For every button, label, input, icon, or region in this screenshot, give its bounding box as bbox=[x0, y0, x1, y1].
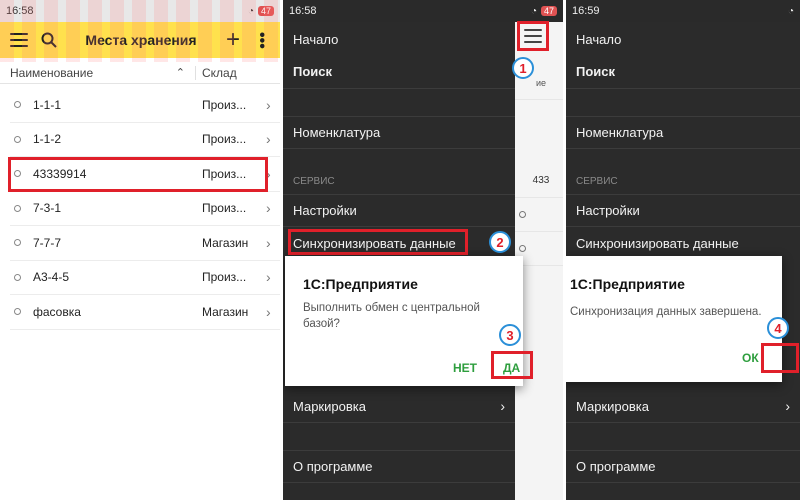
menu-item-start[interactable]: Начало bbox=[576, 26, 800, 52]
wifi-icon: ◔ bbox=[787, 5, 794, 17]
chevron-right-icon: › bbox=[266, 269, 271, 286]
item-name: фасовка bbox=[33, 304, 81, 319]
dialog-title: 1С:Предприятие bbox=[303, 276, 418, 292]
item-name: 43339914 bbox=[33, 166, 87, 181]
item-warehouse: Произ... bbox=[202, 201, 247, 216]
menu-sync-confirm-screen: 16:58 ◔ 47 Начало Поиск Номенклатура СЕР… bbox=[283, 0, 563, 500]
item-warehouse: Произ... bbox=[202, 166, 247, 181]
search-icon[interactable] bbox=[38, 29, 60, 51]
menu-item-sync[interactable]: Синхронизировать данные bbox=[576, 230, 800, 256]
yes-button[interactable]: ДА bbox=[503, 361, 520, 375]
status-bar: 16:59 ◔ bbox=[566, 0, 800, 22]
storage-locations-screen: 16:58 ◔ 47 Места хранения + ••• Наименов… bbox=[0, 0, 280, 500]
menu-item-about[interactable]: О программе bbox=[293, 453, 515, 479]
menu-item-nomenclature[interactable]: Номенклатура bbox=[293, 119, 515, 145]
chevron-right-icon: › bbox=[266, 303, 271, 320]
radio-dot-icon bbox=[14, 170, 21, 178]
hamburger-menu-icon[interactable] bbox=[524, 29, 542, 43]
item-warehouse: Магазин bbox=[202, 235, 249, 250]
chevron-right-icon: › bbox=[266, 131, 271, 148]
menu-item-settings[interactable]: Настройки bbox=[293, 197, 515, 223]
item-warehouse: Произ... bbox=[202, 97, 247, 112]
column-warehouse-header[interactable]: Склад bbox=[195, 65, 237, 80]
dialog-title: 1С:Предприятие bbox=[570, 276, 685, 292]
step-badge-4: 4 bbox=[767, 317, 789, 339]
menu-item-about[interactable]: О программе bbox=[576, 453, 800, 479]
item-name: А3-4-5 bbox=[33, 270, 70, 285]
menu-item-settings[interactable]: Настройки bbox=[576, 197, 800, 223]
item-warehouse: Произ... bbox=[202, 132, 247, 147]
battery-icon: 47 bbox=[257, 6, 274, 16]
menu-item-sync[interactable]: Синхронизировать данные bbox=[293, 230, 515, 256]
status-time: 16:58 bbox=[6, 5, 34, 17]
menu-item-marking[interactable]: Маркировка › bbox=[576, 393, 800, 419]
step-badge-3: 3 bbox=[499, 324, 521, 346]
list-item[interactable]: фасовка Магазин › bbox=[10, 295, 280, 330]
hamburger-menu-icon[interactable] bbox=[8, 29, 30, 51]
radio-dot-icon bbox=[14, 273, 21, 281]
list-item[interactable]: 1-1-2 Произ... › bbox=[10, 123, 280, 157]
page-title: Места хранения bbox=[85, 32, 197, 48]
list-item[interactable]: 1-1-1 Произ... › bbox=[10, 88, 280, 123]
more-vert-icon[interactable]: ••• bbox=[250, 29, 272, 51]
storage-list: 1-1-1 Произ... › 1-1-2 Произ... › 43339914 Прои… bbox=[0, 88, 280, 330]
item-warehouse: Магазин bbox=[202, 304, 249, 319]
radio-dot-icon bbox=[14, 308, 21, 316]
app-bar: Места хранения + ••• bbox=[0, 22, 280, 58]
ok-button[interactable]: ОК bbox=[742, 351, 759, 365]
step-badge-1: 1 bbox=[512, 57, 534, 79]
battery-icon: 47 bbox=[540, 6, 557, 16]
chevron-right-icon: › bbox=[266, 165, 271, 182]
status-bar: 16:58 ◔ 47 bbox=[0, 0, 280, 22]
item-warehouse: Произ... bbox=[202, 270, 247, 285]
list-item[interactable]: А3-4-5 Произ... › bbox=[10, 261, 280, 295]
radio-dot-icon bbox=[14, 239, 21, 247]
list-item[interactable]: 7-7-7 Магазин › bbox=[10, 226, 280, 261]
list-dot bbox=[519, 245, 526, 252]
menu-item-nomenclature[interactable]: Номенклатура bbox=[576, 119, 800, 145]
column-headers: Наименование ⌃ Склад bbox=[0, 62, 280, 84]
radio-dot-icon bbox=[14, 204, 21, 212]
item-name: 7-3-1 bbox=[33, 201, 62, 216]
item-name: 1-1-1 bbox=[33, 97, 62, 112]
menu-section-service: СЕРВИС bbox=[576, 175, 618, 187]
radio-dot-icon bbox=[14, 135, 21, 143]
sync-complete-dialog: 1С:Предприятие Синхронизация данных заве… bbox=[566, 256, 782, 382]
list-item[interactable]: 43339914 Произ... › bbox=[10, 157, 280, 192]
column-name-header[interactable]: Наименование ⌃ bbox=[0, 66, 195, 80]
menu-sync-complete-screen: 16:59 ◔ Начало Поиск Номенклатура СЕРВИС… bbox=[566, 0, 800, 500]
wifi-icon: ◔ bbox=[247, 5, 254, 17]
list-item[interactable]: 7-3-1 Произ... › bbox=[10, 192, 280, 226]
dialog-message: Синхронизация данных завершена. bbox=[570, 306, 762, 318]
plus-icon[interactable]: + bbox=[222, 26, 244, 53]
status-time: 16:59 bbox=[572, 5, 600, 17]
menu-item-search[interactable]: Поиск bbox=[576, 58, 800, 84]
status-bar: 16:58 ◔ 47 bbox=[283, 0, 563, 22]
confirm-exchange-dialog: 1С:Предприятие Выполнить обмен с централ… bbox=[285, 256, 523, 386]
radio-dot-icon bbox=[14, 101, 21, 109]
chevron-right-icon: › bbox=[266, 200, 271, 217]
menu-item-start[interactable]: Начало bbox=[293, 26, 515, 52]
menu-item-search[interactable]: Поиск bbox=[293, 58, 515, 84]
no-button[interactable]: НЕТ bbox=[453, 361, 477, 375]
item-name: 1-1-2 bbox=[33, 132, 62, 147]
list-dot bbox=[519, 211, 526, 218]
step-badge-2: 2 bbox=[489, 231, 511, 253]
sort-asc-icon: ⌃ bbox=[175, 66, 185, 79]
chevron-right-icon: › bbox=[266, 234, 271, 251]
wifi-icon: ◔ bbox=[530, 5, 537, 17]
item-name: 7-7-7 bbox=[33, 235, 62, 250]
dialog-message: Выполнить обмен с центральной базой? bbox=[303, 302, 480, 330]
status-time: 16:58 bbox=[289, 5, 317, 17]
menu-section-service: СЕРВИС bbox=[293, 175, 335, 187]
chevron-right-icon: › bbox=[785, 398, 790, 414]
menu-item-marking[interactable]: Маркировка › bbox=[293, 393, 515, 419]
chevron-right-icon: › bbox=[500, 398, 505, 414]
chevron-right-icon: › bbox=[266, 96, 271, 113]
